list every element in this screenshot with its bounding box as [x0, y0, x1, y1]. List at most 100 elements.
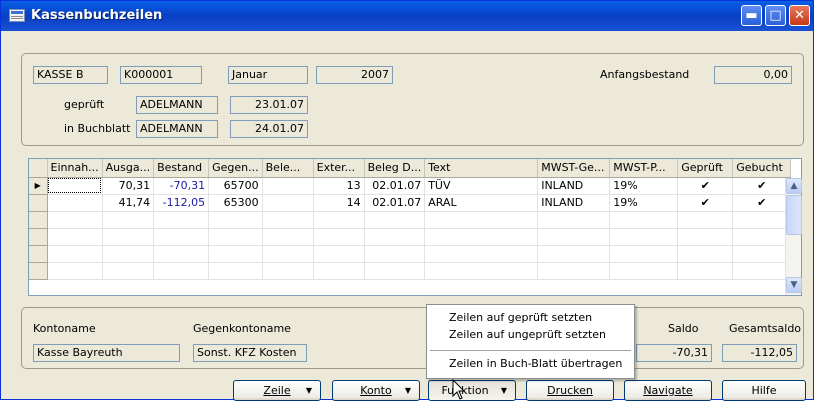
- row-selector-header: [29, 159, 48, 178]
- cell-text[interactable]: ARAL: [424, 194, 539, 212]
- mouse-cursor-icon: [452, 379, 466, 400]
- column-header-text[interactable]: Text: [424, 159, 539, 178]
- column-header-einnahme[interactable]: Einnah...: [47, 159, 103, 178]
- cell-beleg[interactable]: [262, 194, 314, 212]
- scroll-down-button[interactable]: ▼: [786, 277, 802, 293]
- cell-bestand[interactable]: -112,05: [153, 194, 210, 212]
- menu-item-transfer-to-buchblatt[interactable]: Zeilen in Buch-Blatt übertragen: [449, 357, 622, 370]
- navigate-button-label: Navigate: [643, 384, 693, 397]
- cell-bestand[interactable]: -70,31: [153, 177, 210, 195]
- menu-item-set-checked[interactable]: Zeilen auf geprüft setzten: [449, 311, 592, 324]
- konto-button[interactable]: Konto ▼: [332, 380, 420, 401]
- konto-button-label: Konto: [360, 384, 392, 397]
- close-button[interactable]: ✕: [789, 5, 810, 26]
- column-header-beleg[interactable]: Bele...: [262, 159, 314, 178]
- menu-item-set-unchecked[interactable]: Zeilen auf ungeprüft setzten: [449, 328, 606, 341]
- title-bar[interactable]: Kassenbuchzeilen ▬ □ ✕: [1, 1, 813, 31]
- anfangsbestand-label: Anfangsbestand: [600, 68, 690, 81]
- column-header-beleg-datum[interactable]: Beleg D...: [364, 159, 426, 178]
- table-row[interactable]: ▶ 70,31 -70,31 65700 13 02.01.07 TÜV INL…: [29, 177, 792, 195]
- zeile-button-label: Zeile: [263, 384, 291, 397]
- zeile-button[interactable]: Zeile ▼: [233, 380, 321, 401]
- row-selector[interactable]: [29, 262, 48, 280]
- cell-text[interactable]: TÜV: [424, 177, 539, 195]
- cell-geprueft-check-icon[interactable]: ✔: [677, 194, 734, 212]
- saldo-field[interactable]: -70,31: [636, 344, 712, 362]
- cell-ausgabe[interactable]: 70,31: [102, 177, 155, 195]
- column-header-gegenkonto[interactable]: Gegen...: [208, 159, 263, 178]
- table-row[interactable]: 41,74 -112,05 65300 14 02.01.07 ARAL INL…: [29, 194, 792, 212]
- lines-grid[interactable]: Einnah... Ausga... Bestand Gegen... Bele…: [28, 158, 802, 296]
- geprueft-label: geprüft: [64, 98, 105, 111]
- cell-einnahme[interactable]: [47, 194, 103, 212]
- window: Kassenbuchzeilen ▬ □ ✕ KASSE B K000001 J…: [0, 0, 814, 401]
- row-selector[interactable]: [29, 194, 48, 212]
- row-selector[interactable]: [29, 211, 48, 229]
- column-header-ausgabe[interactable]: Ausga...: [102, 159, 155, 178]
- cell-beleg[interactable]: [262, 177, 314, 195]
- anfangsbestand-field[interactable]: 0,00: [714, 66, 792, 84]
- column-header-mwst-ge[interactable]: MWST-Ge...: [537, 159, 611, 178]
- column-header-mwst-p[interactable]: MWST-P...: [609, 159, 679, 178]
- dropdown-arrow-icon: ▼: [305, 386, 312, 395]
- cell-gebucht-check-icon[interactable]: ✔: [732, 194, 792, 212]
- empty-row[interactable]: [29, 211, 792, 229]
- cell-ausgabe[interactable]: 41,74: [102, 194, 155, 212]
- cell-gegenkonto[interactable]: 65700: [208, 177, 263, 195]
- cell-mwst-ge[interactable]: INLAND: [537, 194, 611, 212]
- cell-beleg-datum[interactable]: 02.01.07: [364, 177, 426, 195]
- form-icon: [9, 9, 25, 22]
- column-header-bestand[interactable]: Bestand: [153, 159, 210, 178]
- column-header-extern[interactable]: Exter...: [313, 159, 365, 178]
- window-title: Kassenbuchzeilen: [31, 8, 163, 23]
- scroll-thumb[interactable]: [786, 195, 802, 235]
- row-selector[interactable]: [29, 228, 48, 246]
- cell-beleg-datum[interactable]: 02.01.07: [364, 194, 426, 212]
- cell-geprueft-check-icon[interactable]: ✔: [677, 177, 734, 195]
- beleg-nr-field[interactable]: K000001: [120, 66, 202, 84]
- cell-gegenkonto[interactable]: 65300: [208, 194, 263, 212]
- column-header-geprueft[interactable]: Geprüft: [677, 159, 734, 178]
- empty-row[interactable]: [29, 245, 792, 263]
- gesamtsaldo-field[interactable]: -112,05: [722, 344, 797, 362]
- funktion-menu: Zeilen auf geprüft setzten Zeilen auf un…: [426, 304, 635, 379]
- cell-einnahme[interactable]: [47, 177, 103, 195]
- empty-row[interactable]: [29, 262, 792, 280]
- close-icon: ✕: [794, 8, 805, 23]
- cell-extern[interactable]: 13: [313, 177, 365, 195]
- dropdown-arrow-icon: ▼: [404, 386, 411, 395]
- gesamtsaldo-label: Gesamtsaldo: [729, 322, 802, 335]
- kontoname-field[interactable]: Kasse Bayreuth: [33, 344, 180, 362]
- column-header-gebucht[interactable]: Gebucht: [732, 159, 792, 178]
- kontoname-label: Kontoname: [33, 322, 96, 335]
- maximize-button[interactable]: □: [765, 5, 786, 26]
- gegenkontoname-label: Gegenkontoname: [193, 322, 291, 335]
- navigate-button[interactable]: Navigate: [624, 380, 712, 401]
- footer-panel: Kontoname Kasse Bayreuth Gegenkontoname …: [21, 307, 804, 369]
- drucken-button[interactable]: Drucken: [526, 380, 614, 401]
- scroll-up-button[interactable]: ▲: [786, 178, 802, 194]
- current-row-indicator[interactable]: ▶: [29, 177, 48, 195]
- monat-field[interactable]: Januar: [228, 66, 308, 84]
- empty-row[interactable]: [29, 228, 792, 246]
- cell-extern[interactable]: 14: [313, 194, 365, 212]
- geprueft-date-field[interactable]: 23.01.07: [230, 96, 308, 114]
- cell-mwst-p[interactable]: 19%: [609, 194, 679, 212]
- lines-table: Einnah... Ausga... Bestand Gegen... Bele…: [29, 159, 792, 280]
- cell-mwst-p[interactable]: 19%: [609, 177, 679, 195]
- geprueft-user-field[interactable]: ADELMANN: [136, 96, 218, 114]
- hilfe-button[interactable]: Hilfe: [722, 380, 806, 401]
- gegenkontoname-field[interactable]: Sonst. KFZ Kosten: [193, 344, 307, 362]
- jahr-field[interactable]: 2007: [316, 66, 393, 84]
- funktion-button[interactable]: Funktion ▼: [428, 380, 516, 401]
- cell-mwst-ge[interactable]: INLAND: [537, 177, 611, 195]
- row-selector[interactable]: [29, 245, 48, 263]
- buchblatt-user-field[interactable]: ADELMANN: [136, 120, 218, 138]
- dropdown-arrow-icon: ▼: [500, 386, 507, 395]
- vertical-scrollbar[interactable]: ▲ ▼: [785, 178, 802, 295]
- buchblatt-date-field[interactable]: 24.01.07: [230, 120, 308, 138]
- minimize-button[interactable]: ▬: [741, 5, 762, 26]
- maximize-icon: □: [769, 8, 782, 23]
- kasse-field[interactable]: KASSE B: [33, 66, 108, 84]
- cell-gebucht-check-icon[interactable]: ✔: [732, 177, 792, 195]
